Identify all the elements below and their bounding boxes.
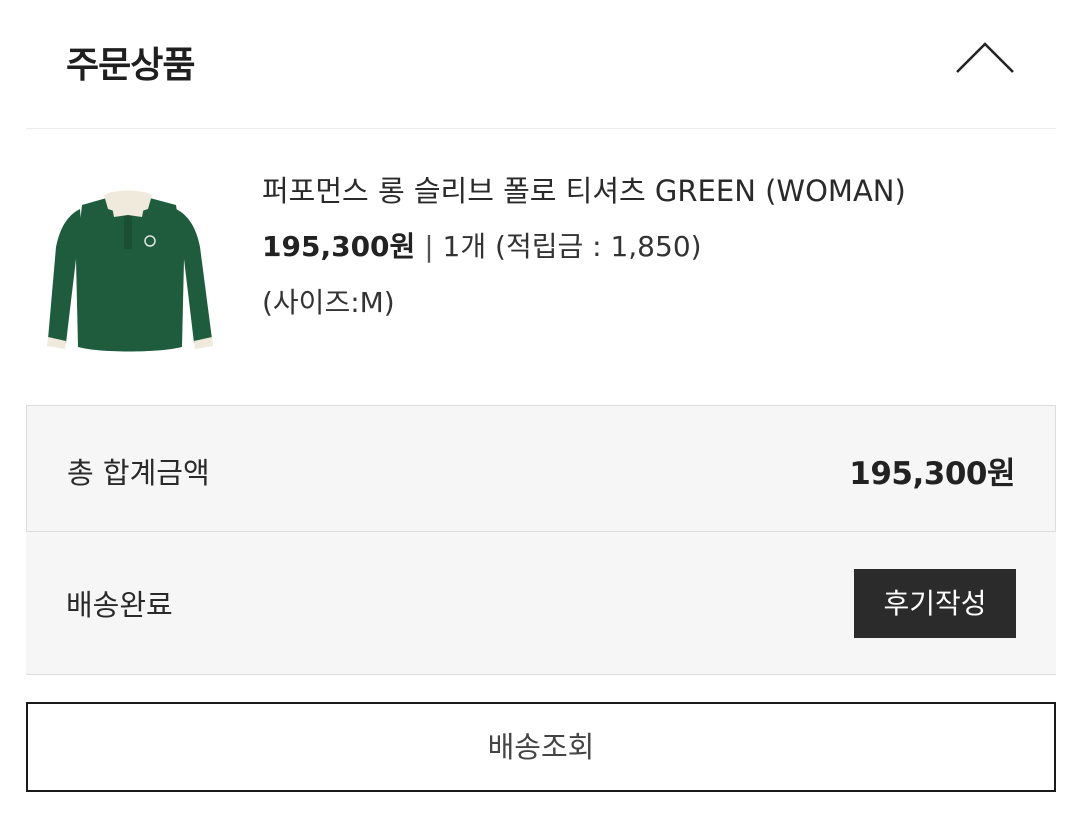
total-label: 총 합계금액 bbox=[67, 456, 210, 490]
product-points: (적립금 : 1,850) bbox=[495, 230, 702, 263]
product-name[interactable]: 퍼포먼스 롱 슬리브 폴로 티셔츠 GREEN (WOMAN) bbox=[262, 171, 906, 211]
delivery-status: 배송완료 bbox=[66, 588, 173, 622]
product-info: 퍼포먼스 롱 슬리브 폴로 티셔츠 GREEN (WOMAN) 195,300원… bbox=[262, 171, 906, 323]
price-line: 195,300원 | 1개 (적립금 : 1,850) bbox=[262, 227, 906, 267]
write-review-button[interactable]: 후기작성 bbox=[854, 569, 1016, 638]
total-value: 195,300원 bbox=[849, 456, 1015, 492]
section-title: 주문상품 bbox=[66, 45, 195, 86]
separator: | bbox=[424, 230, 434, 263]
product-price: 195,300원 bbox=[262, 230, 416, 263]
order-item: 퍼포먼스 롱 슬리브 폴로 티셔츠 GREEN (WOMAN) 195,300원… bbox=[26, 129, 1056, 405]
order-items-header: 주문상품 bbox=[26, 0, 1056, 129]
delivery-status-row: 배송완료 후기작성 bbox=[26, 532, 1056, 675]
track-delivery-button[interactable]: 배송조회 bbox=[26, 702, 1056, 792]
chevron-up-icon bbox=[956, 42, 1014, 73]
green-polo-shirt-image bbox=[47, 190, 213, 352]
product-quantity: 1개 bbox=[442, 230, 487, 263]
product-option: (사이즈:M) bbox=[262, 286, 395, 319]
total-amount-row: 총 합계금액 195,300원 bbox=[26, 405, 1056, 532]
product-thumbnail[interactable] bbox=[38, 187, 228, 359]
collapse-button[interactable] bbox=[954, 36, 1016, 76]
